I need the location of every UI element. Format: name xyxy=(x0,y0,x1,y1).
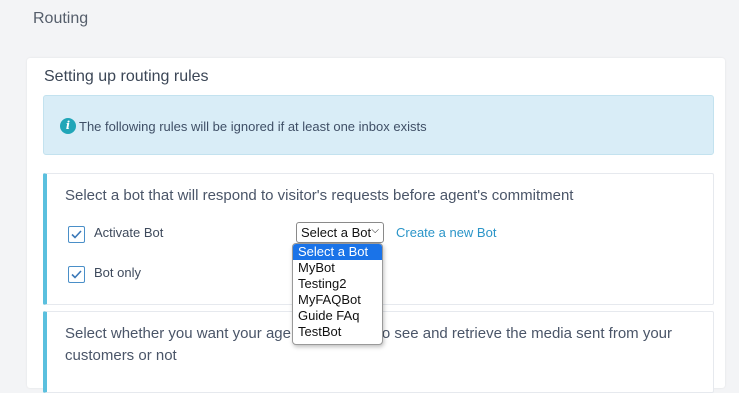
info-icon: i xyxy=(60,118,76,134)
dropdown-option[interactable]: Select a Bot xyxy=(293,244,382,260)
check-icon xyxy=(71,230,82,239)
dropdown-option[interactable]: MyBot xyxy=(293,260,382,276)
activate-bot-label: Activate Bot xyxy=(94,225,164,240)
card-title: Setting up routing rules xyxy=(44,68,209,85)
bot-select-dropdown: Select a Bot MyBot Testing2 MyFAQBot Gui… xyxy=(292,243,383,345)
activate-bot-checkbox[interactable] xyxy=(68,226,85,243)
page-title: Routing xyxy=(33,10,89,27)
check-icon xyxy=(71,270,82,279)
bot-only-label: Bot only xyxy=(94,265,141,280)
bot-section-heading: Select a bot that will respond to visito… xyxy=(65,187,574,204)
bot-select[interactable]: Select a Bot ⌵ xyxy=(296,222,384,243)
dropdown-option[interactable]: MyFAQBot xyxy=(293,292,382,308)
alert-text: The following rules will be ignored if a… xyxy=(79,119,427,134)
info-alert: i The following rules will be ignored if… xyxy=(43,95,714,155)
dropdown-option[interactable]: Testing2 xyxy=(293,276,382,292)
dropdown-option[interactable]: TestBot xyxy=(293,324,382,340)
dropdown-option[interactable]: Guide FAq xyxy=(293,308,382,324)
bot-only-checkbox[interactable] xyxy=(68,266,85,283)
bot-select-value: Select a Bot xyxy=(301,225,372,240)
create-bot-link[interactable]: Create a new Bot xyxy=(396,225,496,240)
chevron-down-icon: ⌵ xyxy=(371,225,379,236)
